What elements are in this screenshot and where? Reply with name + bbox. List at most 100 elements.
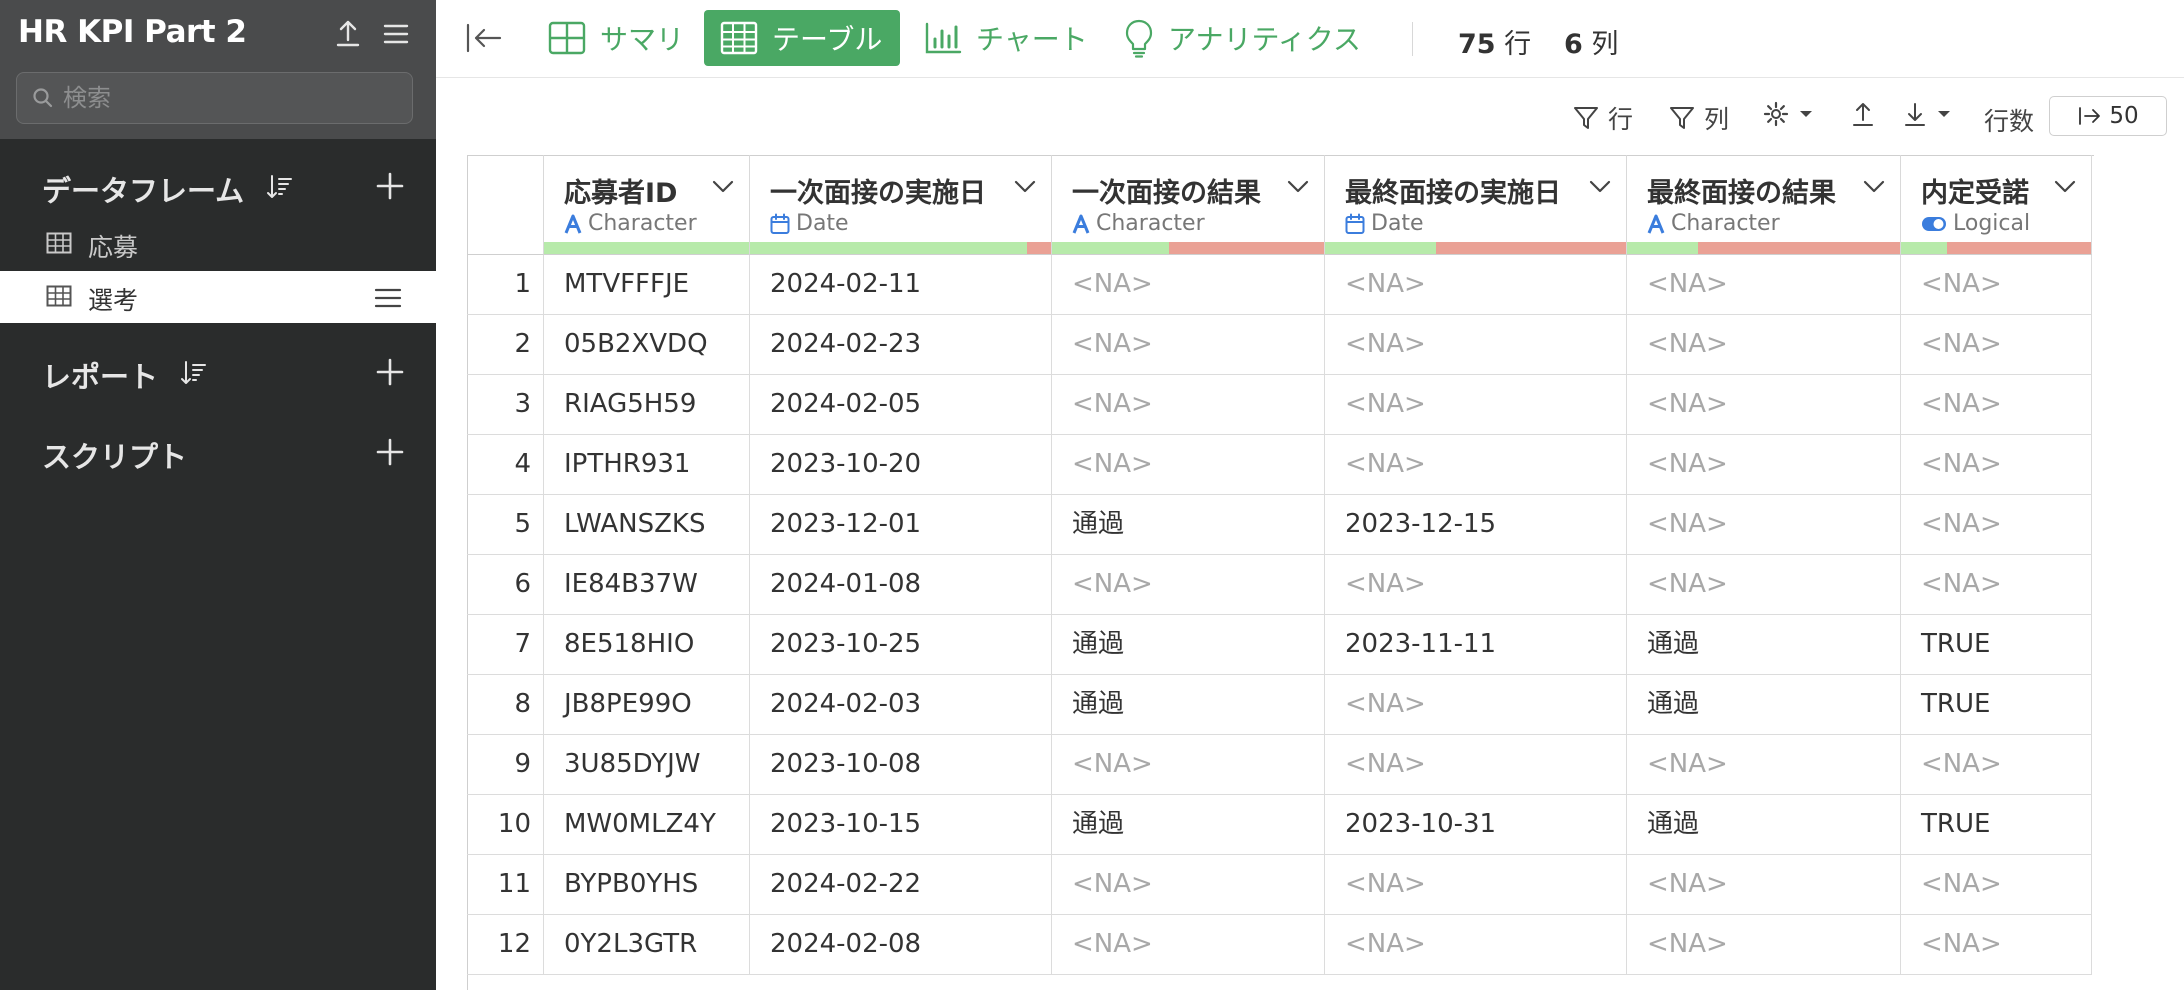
table-cell[interactable]: <NA> — [1052, 555, 1325, 615]
settings-button[interactable] — [1762, 100, 1822, 128]
table-cell[interactable]: <NA> — [1627, 255, 1901, 315]
search-input[interactable] — [63, 79, 393, 117]
table-cell[interactable]: <NA> — [1901, 495, 2092, 555]
table-cell[interactable]: <NA> — [1627, 555, 1901, 615]
table-cell[interactable]: 通過 — [1627, 675, 1901, 735]
dataframe-item-oubo[interactable]: 応募 — [0, 218, 436, 270]
table-cell[interactable]: <NA> — [1325, 915, 1627, 975]
sort-icon[interactable] — [178, 358, 208, 392]
add-dataframe-icon[interactable] — [374, 170, 406, 206]
table-cell[interactable]: 2023-10-31 — [1325, 795, 1627, 855]
filter-rows-button[interactable]: 行 — [1572, 100, 1633, 136]
table-cell[interactable]: <NA> — [1627, 435, 1901, 495]
table-cell[interactable]: 2024-01-08 — [750, 555, 1052, 615]
table-cell[interactable]: 3U85DYJW — [544, 735, 750, 795]
table-cell[interactable]: 2024-02-23 — [750, 315, 1052, 375]
table-cell[interactable]: 2024-02-22 — [750, 855, 1052, 915]
table-cell[interactable]: <NA> — [1325, 255, 1627, 315]
table-cell[interactable]: 2023-10-15 — [750, 795, 1052, 855]
column-menu-button[interactable] — [712, 179, 734, 198]
table-cell[interactable]: 通過 — [1052, 795, 1325, 855]
table-cell[interactable]: JB8PE99O — [544, 675, 750, 735]
table-cell[interactable]: 通過 — [1627, 795, 1901, 855]
table-cell[interactable]: 2023-12-01 — [750, 495, 1052, 555]
table-cell[interactable]: 通過 — [1627, 615, 1901, 675]
table-cell[interactable]: 2024-02-11 — [750, 255, 1052, 315]
table-cell[interactable]: <NA> — [1325, 735, 1627, 795]
table-cell[interactable]: 通過 — [1052, 615, 1325, 675]
table-cell[interactable]: <NA> — [1627, 915, 1901, 975]
table-cell[interactable]: 8E518HIO — [544, 615, 750, 675]
table-cell[interactable]: 2024-02-05 — [750, 375, 1052, 435]
table-cell[interactable]: TRUE — [1901, 795, 2092, 855]
table-cell[interactable]: <NA> — [1901, 735, 2092, 795]
table-cell[interactable]: MW0MLZ4Y — [544, 795, 750, 855]
table-cell[interactable]: <NA> — [1052, 315, 1325, 375]
tab-summary[interactable]: サマリ — [548, 10, 684, 66]
column-menu-button[interactable] — [1863, 179, 1885, 198]
dataframe-item-senkou[interactable]: 選考 — [0, 271, 436, 323]
table-cell[interactable]: 05B2XVDQ — [544, 315, 750, 375]
tab-table[interactable]: テーブル — [704, 10, 900, 66]
column-header[interactable]: 最終面接の結果 Character — [1627, 155, 1901, 255]
hamburger-menu-icon[interactable] — [378, 16, 414, 52]
table-cell[interactable]: <NA> — [1901, 375, 2092, 435]
table-cell[interactable]: <NA> — [1901, 315, 2092, 375]
column-menu-button[interactable] — [2054, 179, 2076, 198]
table-cell[interactable]: IPTHR931 — [544, 435, 750, 495]
table-cell[interactable]: TRUE — [1901, 675, 2092, 735]
table-cell[interactable]: BYPB0YHS — [544, 855, 750, 915]
add-report-icon[interactable] — [374, 356, 406, 392]
table-cell[interactable]: <NA> — [1627, 375, 1901, 435]
table-cell[interactable]: RIAG5H59 — [544, 375, 750, 435]
table-cell[interactable]: <NA> — [1325, 555, 1627, 615]
table-cell[interactable]: <NA> — [1325, 435, 1627, 495]
table-cell[interactable]: 2024-02-08 — [750, 915, 1052, 975]
table-cell[interactable]: <NA> — [1901, 555, 2092, 615]
table-cell[interactable]: IE84B37W — [544, 555, 750, 615]
download-button[interactable] — [1902, 100, 1960, 128]
column-menu-button[interactable] — [1589, 179, 1611, 198]
column-header[interactable]: 内定受諾 Logical — [1901, 155, 2092, 255]
table-cell[interactable]: <NA> — [1052, 375, 1325, 435]
export-icon[interactable] — [330, 16, 366, 52]
table-cell[interactable]: <NA> — [1052, 255, 1325, 315]
table-cell[interactable]: 通過 — [1052, 495, 1325, 555]
column-menu-button[interactable] — [1014, 179, 1036, 198]
table-cell[interactable]: <NA> — [1627, 735, 1901, 795]
table-cell[interactable]: <NA> — [1325, 375, 1627, 435]
table-cell[interactable]: <NA> — [1325, 675, 1627, 735]
table-cell[interactable]: <NA> — [1052, 855, 1325, 915]
table-cell[interactable]: <NA> — [1052, 735, 1325, 795]
table-cell[interactable]: 2023-12-15 — [1325, 495, 1627, 555]
column-menu-button[interactable] — [1287, 179, 1309, 198]
table-cell[interactable]: 2023-11-11 — [1325, 615, 1627, 675]
table-cell[interactable]: <NA> — [1052, 915, 1325, 975]
column-header[interactable]: 一次面接の結果 Character — [1052, 155, 1325, 255]
collapse-sidebar-button[interactable] — [464, 10, 518, 66]
table-cell[interactable]: <NA> — [1325, 855, 1627, 915]
table-cell[interactable]: <NA> — [1901, 435, 2092, 495]
table-cell[interactable]: <NA> — [1052, 435, 1325, 495]
table-cell[interactable]: <NA> — [1901, 855, 2092, 915]
table-cell[interactable]: 2023-10-08 — [750, 735, 1052, 795]
rows-per-page-input[interactable]: 50 — [2049, 96, 2167, 136]
filter-columns-button[interactable]: 列 — [1668, 100, 1729, 136]
table-cell[interactable]: LWANSZKS — [544, 495, 750, 555]
sort-icon[interactable] — [264, 172, 294, 206]
table-cell[interactable]: TRUE — [1901, 615, 2092, 675]
table-cell[interactable]: 2023-10-20 — [750, 435, 1052, 495]
table-cell[interactable]: <NA> — [1901, 915, 2092, 975]
table-cell[interactable]: <NA> — [1627, 315, 1901, 375]
table-cell[interactable]: <NA> — [1325, 315, 1627, 375]
table-cell[interactable]: 0Y2L3GTR — [544, 915, 750, 975]
table-cell[interactable]: <NA> — [1627, 855, 1901, 915]
column-header[interactable]: 最終面接の実施日 Date — [1325, 155, 1627, 255]
table-cell[interactable]: <NA> — [1901, 255, 2092, 315]
tab-chart[interactable]: チャート — [924, 10, 1088, 66]
table-cell[interactable]: MTVFFFJE — [544, 255, 750, 315]
table-cell[interactable]: 通過 — [1052, 675, 1325, 735]
table-cell[interactable]: <NA> — [1627, 495, 1901, 555]
upload-button[interactable] — [1850, 100, 1884, 128]
table-cell[interactable]: 2023-10-25 — [750, 615, 1052, 675]
